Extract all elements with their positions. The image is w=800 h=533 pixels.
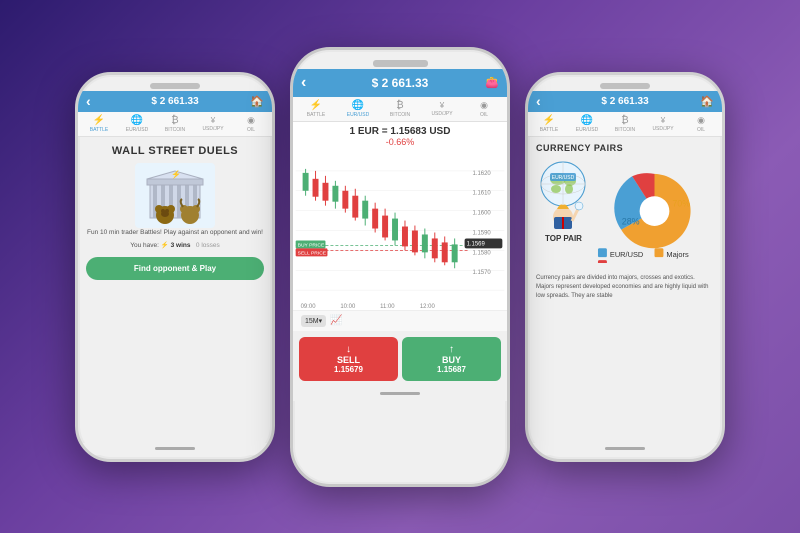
left-phone-content: WALL STREET DUELS bbox=[78, 137, 272, 443]
tab-bitcoin-left[interactable]: ₿ BITCOIN bbox=[156, 115, 194, 133]
chart-price-info: 1 EUR = 1.15683 USD -0.66% bbox=[293, 122, 507, 151]
nav-tabs-right: ⚡ BATTLE 🌐 EUR/USD ₿ BITCOIN ¥ USD/JPY ◉ bbox=[528, 112, 722, 137]
tab-usdjpy-left[interactable]: ¥ USD/JPY bbox=[194, 116, 232, 132]
wsd-description: Fun 10 min trader Battles! Play against … bbox=[87, 228, 263, 237]
chart-type-icon[interactable]: 📈 bbox=[330, 315, 342, 326]
tab-bitcoin-center[interactable]: ₿ BITCOIN bbox=[379, 100, 421, 118]
tab-eurusd-right[interactable]: 🌐 EUR/USD bbox=[568, 115, 606, 133]
phone-left: ‹ $ 2 661.33 🏠 ⚡ BATTLE 🌐 EUR/USD ₿ BITC… bbox=[75, 72, 275, 462]
tab-battle-right[interactable]: ⚡ BATTLE bbox=[530, 115, 568, 133]
globe-figure: EUR/USD TO bbox=[536, 159, 591, 243]
candlestick-chart[interactable]: 1.1620 1.1610 1.1600 1.1590 1.1580 1.157… bbox=[293, 151, 507, 311]
svg-text:1.1600: 1.1600 bbox=[473, 210, 492, 216]
phone-left-speaker bbox=[150, 83, 200, 89]
tab-usdjpy-center[interactable]: ¥ USD/JPY bbox=[421, 101, 463, 117]
top-pair-label: TOP PAIR bbox=[536, 234, 591, 243]
sell-button[interactable]: ↓ SELL 1.15679 bbox=[299, 337, 398, 381]
wallet-icon-center[interactable]: 👛 bbox=[485, 76, 499, 89]
wsd-stats: You have: ⚡ 3 wins 0 losses bbox=[130, 241, 220, 249]
svg-text:09:00: 09:00 bbox=[301, 304, 317, 310]
trade-buttons: ↓ SELL 1.15679 ↑ BUY 1.15687 bbox=[293, 331, 507, 387]
wsd-illustration: ⚡ bbox=[135, 163, 215, 228]
svg-text:1.1590: 1.1590 bbox=[473, 230, 492, 236]
phone-right-speaker bbox=[600, 83, 650, 89]
tab-battle-left[interactable]: ⚡ BATTLE bbox=[80, 115, 118, 133]
svg-text:SELL PRICE: SELL PRICE bbox=[298, 250, 327, 256]
currency-pairs-title: CURRENCY PAIRS bbox=[536, 143, 714, 153]
svg-text:28%: 28% bbox=[622, 216, 640, 226]
svg-text:10:00: 10:00 bbox=[340, 304, 356, 310]
buy-button[interactable]: ↑ BUY 1.15687 bbox=[402, 337, 501, 381]
nav-tabs-center: ⚡ BATTLE 🌐 EUR/USD ₿ BITCOIN ¥ USD/JPY ◉ bbox=[293, 97, 507, 122]
timeframe-select[interactable]: 15M▾ bbox=[301, 315, 326, 327]
balance-left: $ 2 661.33 bbox=[151, 96, 198, 107]
balance-center: $ 2 661.33 bbox=[372, 76, 429, 90]
phone-right: ‹ $ 2 661.33 🏠 ⚡ BATTLE 🌐 EUR/USD ₿ BITC… bbox=[525, 72, 725, 462]
svg-text:Majors: Majors bbox=[666, 250, 689, 259]
svg-text:⚡: ⚡ bbox=[171, 169, 181, 179]
chart-controls: 15M▾ 📈 bbox=[293, 311, 507, 331]
rate-display: 1 EUR = 1.15683 USD bbox=[301, 126, 499, 137]
wallet-icon-right[interactable]: 🏠 bbox=[700, 95, 714, 108]
svg-text:1.1610: 1.1610 bbox=[473, 190, 492, 196]
back-icon-right[interactable]: ‹ bbox=[536, 93, 541, 109]
svg-text:1.1569: 1.1569 bbox=[467, 241, 486, 247]
phone-left-header: ‹ $ 2 661.33 🏠 bbox=[78, 91, 272, 112]
currency-description: Currency pairs are divided into majors, … bbox=[536, 274, 714, 301]
svg-text:11:00: 11:00 bbox=[380, 304, 395, 310]
tab-oil-center[interactable]: ◉ OIL bbox=[463, 100, 505, 118]
svg-text:12:00: 12:00 bbox=[420, 304, 436, 310]
right-phone-content: CURRENCY PAIRS bbox=[528, 137, 722, 443]
pie-chart-area: 70% 28% EUR/USD Majors Others bbox=[595, 159, 714, 268]
svg-text:EUR/USD: EUR/USD bbox=[610, 250, 643, 259]
tab-eurusd-center[interactable]: 🌐 EUR/USD bbox=[337, 100, 379, 118]
phones-container: ‹ $ 2 661.33 🏠 ⚡ BATTLE 🌐 EUR/USD ₿ BITC… bbox=[20, 17, 780, 517]
wsd-title: WALL STREET DUELS bbox=[112, 145, 238, 157]
svg-text:1.1570: 1.1570 bbox=[473, 270, 492, 276]
balance-right: $ 2 661.33 bbox=[601, 96, 648, 107]
back-icon-center[interactable]: ‹ bbox=[301, 74, 306, 92]
phone-right-header: ‹ $ 2 661.33 🏠 bbox=[528, 91, 722, 112]
svg-text:1.1620: 1.1620 bbox=[473, 170, 492, 176]
svg-text:70%: 70% bbox=[672, 198, 690, 208]
svg-text:BUY PRICE: BUY PRICE bbox=[298, 242, 325, 248]
tab-usdjpy-right[interactable]: ¥ USD/JPY bbox=[644, 116, 682, 132]
wallet-icon-left[interactable]: 🏠 bbox=[250, 95, 264, 108]
rate-change: -0.66% bbox=[301, 137, 499, 147]
back-icon-left[interactable]: ‹ bbox=[86, 93, 91, 109]
phone-center-speaker bbox=[373, 60, 428, 67]
svg-text:Others: Others bbox=[610, 262, 633, 263]
tab-eurusd-left[interactable]: 🌐 EUR/USD bbox=[118, 115, 156, 133]
play-button[interactable]: Find opponent & Play bbox=[86, 257, 264, 280]
nav-tabs-left: ⚡ BATTLE 🌐 EUR/USD ₿ BITCOIN ¥ USD/JPY ◉ bbox=[78, 112, 272, 137]
phone-center-header: ‹ $ 2 661.33 👛 bbox=[293, 69, 507, 97]
phone-center: ‹ $ 2 661.33 👛 ⚡ BATTLE 🌐 EUR/USD ₿ BITC… bbox=[290, 47, 510, 487]
svg-text:1.1580: 1.1580 bbox=[473, 250, 492, 256]
tab-oil-left[interactable]: ◉ OIL bbox=[232, 115, 270, 133]
tab-oil-right[interactable]: ◉ OIL bbox=[682, 115, 720, 133]
tab-battle-center[interactable]: ⚡ BATTLE bbox=[295, 100, 337, 118]
svg-text:EUR/USD: EUR/USD bbox=[552, 175, 575, 181]
tab-bitcoin-right[interactable]: ₿ BITCOIN bbox=[606, 115, 644, 133]
